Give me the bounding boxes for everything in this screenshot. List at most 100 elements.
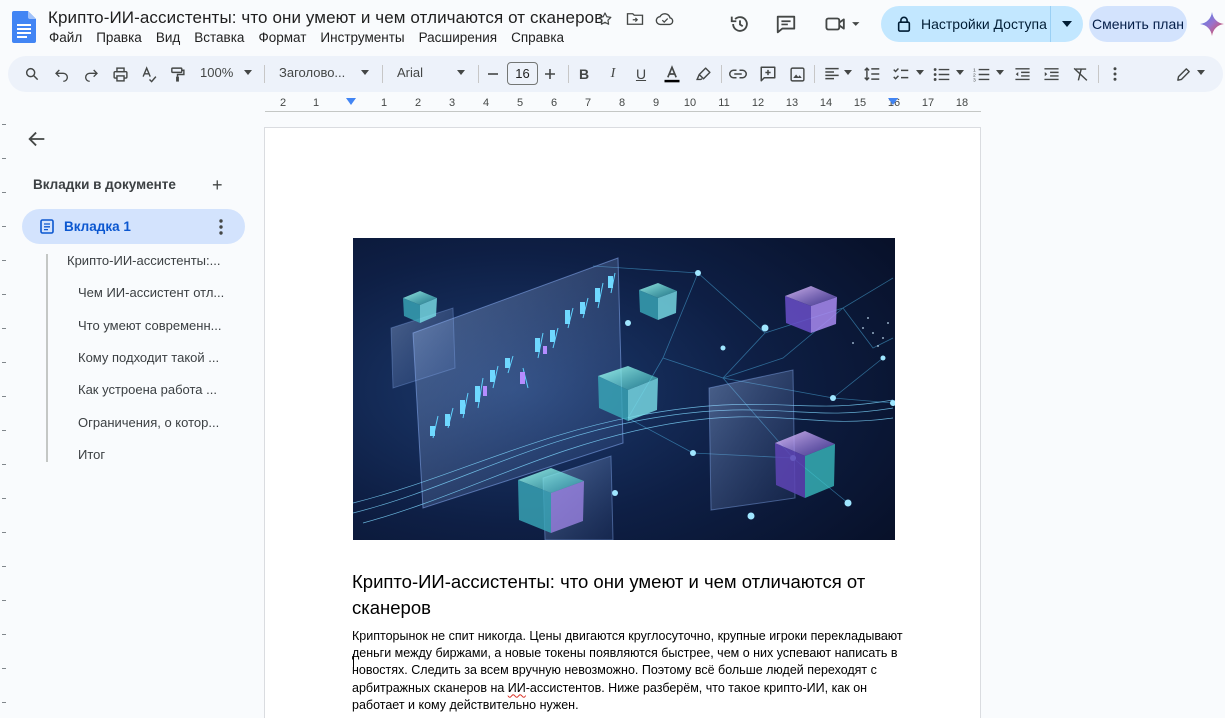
spellcheck-icon[interactable] [139, 64, 159, 84]
print-icon[interactable] [110, 64, 130, 84]
share-button[interactable]: Настройки Доступа [881, 6, 1083, 42]
outline-item[interactable]: Чем ИИ-ассистент отл... [78, 285, 228, 300]
italic-icon[interactable]: I [603, 64, 623, 84]
decrease-indent-icon[interactable] [1012, 64, 1032, 84]
align-caret-icon[interactable] [844, 70, 852, 75]
misspelled-word[interactable]: ИИ [508, 681, 526, 695]
increase-font-size-icon[interactable] [540, 64, 560, 84]
right-indent-marker[interactable] [888, 98, 898, 105]
tabs-panel-title: Вкладки в документе [33, 177, 176, 192]
bulleted-list-icon[interactable] [931, 64, 951, 84]
clear-formatting-icon[interactable] [1070, 64, 1090, 84]
version-history-icon[interactable] [727, 11, 753, 37]
ruler-number: 14 [819, 97, 833, 109]
toolbar-divider [1098, 65, 1099, 83]
ruler-number: 4 [482, 97, 490, 109]
underline-icon[interactable]: U [631, 64, 651, 84]
editing-mode-caret-icon[interactable] [1197, 70, 1205, 75]
menu-file[interactable]: Файл [49, 30, 82, 45]
gemini-icon[interactable] [1200, 12, 1224, 36]
outline-item[interactable]: Итог [78, 447, 228, 462]
ruler-number: 3 [448, 97, 456, 109]
vruler-tick [2, 702, 6, 703]
numbered-list-icon[interactable]: 123 [971, 64, 991, 84]
menu-edit[interactable]: Правка [96, 30, 142, 45]
outline-item[interactable]: Ограничения, о котор... [78, 415, 228, 430]
add-tab-icon[interactable]: + [212, 175, 223, 196]
outline-item[interactable]: Что умеют современн... [78, 318, 228, 333]
paint-format-icon[interactable] [167, 64, 187, 84]
ruler-number: 6 [550, 97, 558, 109]
search-menus-icon[interactable] [22, 64, 42, 84]
outline-item[interactable]: Как устроена работа ... [78, 382, 228, 397]
document-title[interactable]: Крипто-ИИ-ассистенты: что они умеют и че… [48, 8, 603, 28]
menu-format[interactable]: Формат [258, 30, 306, 45]
zoom-select[interactable]: 100% [200, 65, 233, 80]
menu-insert[interactable]: Вставка [194, 30, 244, 45]
back-arrow-icon[interactable] [26, 128, 48, 150]
svg-text:1: 1 [973, 67, 976, 73]
insert-image-icon[interactable] [787, 64, 807, 84]
vruler-tick [2, 600, 6, 601]
decrease-font-size-icon[interactable] [483, 64, 503, 84]
menu-tools[interactable]: Инструменты [320, 30, 404, 45]
tab-more-icon[interactable] [215, 218, 227, 236]
editing-mode-icon[interactable] [1173, 64, 1193, 84]
vruler-tick [2, 226, 6, 227]
cloud-saved-icon[interactable] [654, 9, 676, 29]
add-comment-icon[interactable] [758, 64, 778, 84]
undo-icon[interactable] [52, 64, 72, 84]
paragraph-style-select[interactable]: Заголово... [279, 65, 345, 80]
numbering-caret-icon[interactable] [996, 70, 1004, 75]
font-family-select[interactable]: Arial [397, 65, 423, 80]
share-main[interactable]: Настройки Доступа [881, 6, 1051, 42]
checklist-caret-icon[interactable] [916, 70, 924, 75]
document-heading[interactable]: Крипто-ИИ-ассистенты: что они умеют и че… [352, 569, 912, 621]
left-indent-marker[interactable] [346, 98, 356, 105]
horizontal-ruler[interactable]: 2 1 1 2 3 4 5 6 7 8 9 10 11 12 13 14 15 … [265, 92, 981, 112]
share-dropdown[interactable] [1051, 21, 1083, 27]
toolbar-divider [382, 65, 383, 83]
vruler-tick [2, 634, 6, 635]
bullets-caret-icon[interactable] [956, 70, 964, 75]
text-color-icon[interactable] [662, 64, 682, 84]
outline-item[interactable]: Кому подходит такой ... [78, 350, 228, 365]
line-spacing-icon[interactable] [862, 64, 882, 84]
align-icon[interactable] [822, 64, 842, 84]
menu-view[interactable]: Вид [156, 30, 180, 45]
more-options-icon[interactable] [1105, 64, 1125, 84]
ruler-baseline [265, 111, 981, 112]
ruler-number: 5 [516, 97, 524, 109]
redo-icon[interactable] [81, 64, 101, 84]
zoom-caret-icon[interactable] [244, 70, 252, 75]
move-folder-icon[interactable] [624, 9, 646, 29]
tab-1[interactable]: Вкладка 1 [22, 209, 245, 244]
docs-logo-icon[interactable] [12, 11, 36, 43]
change-plan-button[interactable]: Сменить план [1089, 6, 1187, 42]
vruler-tick [2, 668, 6, 669]
outline-item-h1[interactable]: Крипто-ИИ-ассистенты:... [67, 253, 227, 268]
highlight-icon[interactable] [693, 64, 713, 84]
style-caret-icon[interactable] [361, 70, 369, 75]
document-page[interactable]: Крипто-ИИ-ассистенты: что они умеют и че… [264, 127, 981, 718]
ruler-number: 2 [279, 97, 287, 109]
hero-image[interactable] [353, 238, 895, 540]
checklist-icon[interactable] [891, 64, 911, 84]
menu-help[interactable]: Справка [511, 30, 564, 45]
star-icon[interactable] [594, 9, 616, 29]
font-size-input[interactable]: 16 [507, 62, 538, 85]
increase-indent-icon[interactable] [1041, 64, 1061, 84]
comments-icon[interactable] [773, 11, 799, 37]
lock-icon [897, 16, 911, 32]
ruler-number: 10 [683, 97, 697, 109]
menu-extensions[interactable]: Расширения [419, 30, 498, 45]
bold-icon[interactable]: B [574, 64, 594, 84]
font-caret-icon[interactable] [457, 70, 465, 75]
ruler-number: 2 [414, 97, 422, 109]
link-icon[interactable] [728, 64, 748, 84]
toolbar-divider [814, 65, 815, 83]
vruler-tick [2, 124, 6, 125]
document-paragraph[interactable]: Крипторынок не спит никогда. Цены двигаю… [352, 628, 912, 714]
meet-icon[interactable] [820, 11, 864, 37]
vruler-tick [2, 498, 6, 499]
